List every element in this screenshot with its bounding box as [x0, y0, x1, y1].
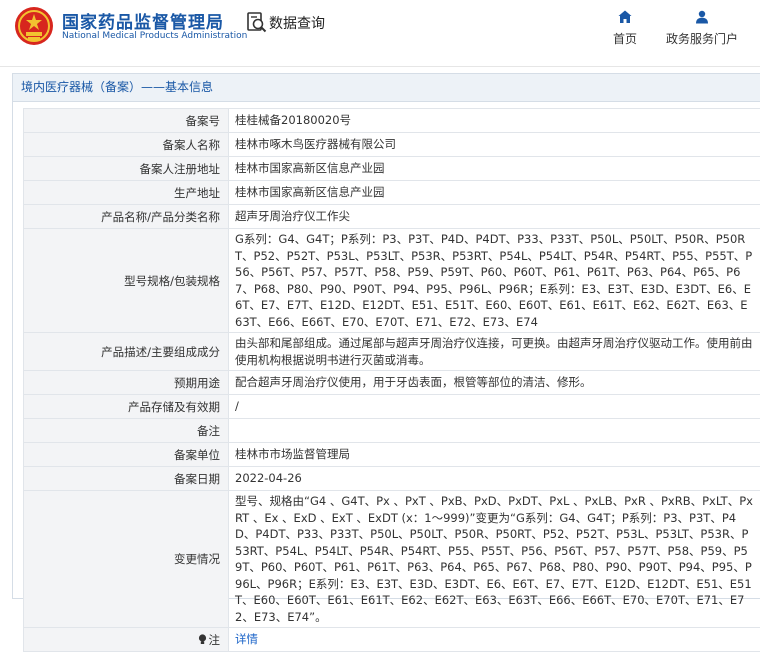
- field-value: 2022-04-26: [229, 467, 760, 491]
- field-value: 桂林市国家高新区信息产业园: [229, 157, 760, 181]
- field-value: 桂林市国家高新区信息产业园: [229, 181, 760, 205]
- nav-service-portal[interactable]: 政务服务门户: [660, 10, 744, 50]
- field-label: 备案人注册地址: [24, 157, 229, 181]
- record-table: 备案号 桂桂械备20180020号 备案人名称 桂林市啄木鸟医疗器械有限公司 备…: [23, 108, 760, 652]
- nav-service-label: 政务服务门户: [660, 30, 744, 47]
- table-row: 产品名称/产品分类名称 超声牙周治疗仪工作尖: [24, 205, 760, 229]
- field-value: 桂林市市场监督管理局: [229, 443, 760, 467]
- user-icon: [695, 10, 709, 24]
- field-label: 注: [209, 633, 221, 647]
- field-label: 备案人名称: [24, 133, 229, 157]
- field-label: 生产地址: [24, 181, 229, 205]
- nav-home-label: 首页: [604, 30, 646, 47]
- data-query-label[interactable]: 数据查询: [269, 13, 325, 33]
- table-row: 生产地址 桂林市国家高新区信息产业园: [24, 181, 760, 205]
- field-value: G系列：G4、G4T；P系列：P3、P3T、P4D、P4DT、P33、P33T、…: [229, 229, 760, 333]
- note-label-cell: 注: [24, 628, 229, 652]
- field-value: 配合超声牙周治疗仪使用，用于牙齿表面，根管等部位的清洁、修形。: [229, 371, 760, 395]
- field-value: 桂林市啄木鸟医疗器械有限公司: [229, 133, 760, 157]
- field-label: 备案日期: [24, 467, 229, 491]
- table-row: 备案人注册地址 桂林市国家高新区信息产业园: [24, 157, 760, 181]
- field-value: /: [229, 395, 760, 419]
- field-label: 型号规格/包装规格: [24, 229, 229, 333]
- field-label: 产品描述/主要组成成分: [24, 333, 229, 371]
- bulb-icon: [198, 634, 207, 645]
- home-icon: [618, 10, 632, 24]
- field-value: 详情: [229, 628, 760, 652]
- table-row: 备案号 桂桂械备20180020号: [24, 109, 760, 133]
- field-value: [229, 419, 760, 443]
- table-row: 备案日期 2022-04-26: [24, 467, 760, 491]
- panel-title: 境内医疗器械（备案）——基本信息: [13, 74, 760, 102]
- national-emblem-icon: [14, 6, 54, 46]
- details-link[interactable]: 详情: [235, 632, 258, 646]
- field-value: 超声牙周治疗仪工作尖: [229, 205, 760, 229]
- field-label: 备注: [24, 419, 229, 443]
- table-row: 备注: [24, 419, 760, 443]
- table-row: 备案人名称 桂林市啄木鸟医疗器械有限公司: [24, 133, 760, 157]
- field-value: 桂桂械备20180020号: [229, 109, 760, 133]
- table-row: 产品描述/主要组成成分 由头部和尾部组成。通过尾部与超声牙周治疗仪连接，可更换。…: [24, 333, 760, 371]
- field-label: 变更情况: [24, 491, 229, 628]
- table-row: 变更情况 型号、规格由“G4 、G4T、Px 、PxT 、PxB、PxD、PxD…: [24, 491, 760, 628]
- field-label: 预期用途: [24, 371, 229, 395]
- detail-panel: 境内医疗器械（备案）——基本信息 备案号 桂桂械备20180020号 备案人名称…: [12, 73, 760, 599]
- field-label: 产品名称/产品分类名称: [24, 205, 229, 229]
- field-label: 备案号: [24, 109, 229, 133]
- data-query-icon: [247, 12, 267, 34]
- table-row: 备案单位 桂林市市场监督管理局: [24, 443, 760, 467]
- field-value: 由头部和尾部组成。通过尾部与超声牙周治疗仪连接，可更换。由超声牙周治疗仪驱动工作…: [229, 333, 760, 371]
- org-name-en[interactable]: National Medical Products Administration: [62, 31, 247, 41]
- table-row: 型号规格/包装规格 G系列：G4、G4T；P系列：P3、P3T、P4D、P4DT…: [24, 229, 760, 333]
- field-value: 型号、规格由“G4 、G4T、Px 、PxT 、PxB、PxD、PxDT、PxL…: [229, 491, 760, 628]
- field-label: 备案单位: [24, 443, 229, 467]
- table-row: 产品存储及有效期 /: [24, 395, 760, 419]
- table-row: 注 详情: [24, 628, 760, 652]
- site-header: 国家药品监督管理局 National Medical Products Admi…: [0, 0, 760, 67]
- nav-home[interactable]: 首页: [604, 10, 646, 50]
- table-row: 预期用途 配合超声牙周治疗仪使用，用于牙齿表面，根管等部位的清洁、修形。: [24, 371, 760, 395]
- field-label: 产品存储及有效期: [24, 395, 229, 419]
- panel-title-text: 境内医疗器械（备案）——基本信息: [13, 80, 213, 94]
- org-name-cn[interactable]: 国家药品监督管理局: [62, 8, 224, 33]
